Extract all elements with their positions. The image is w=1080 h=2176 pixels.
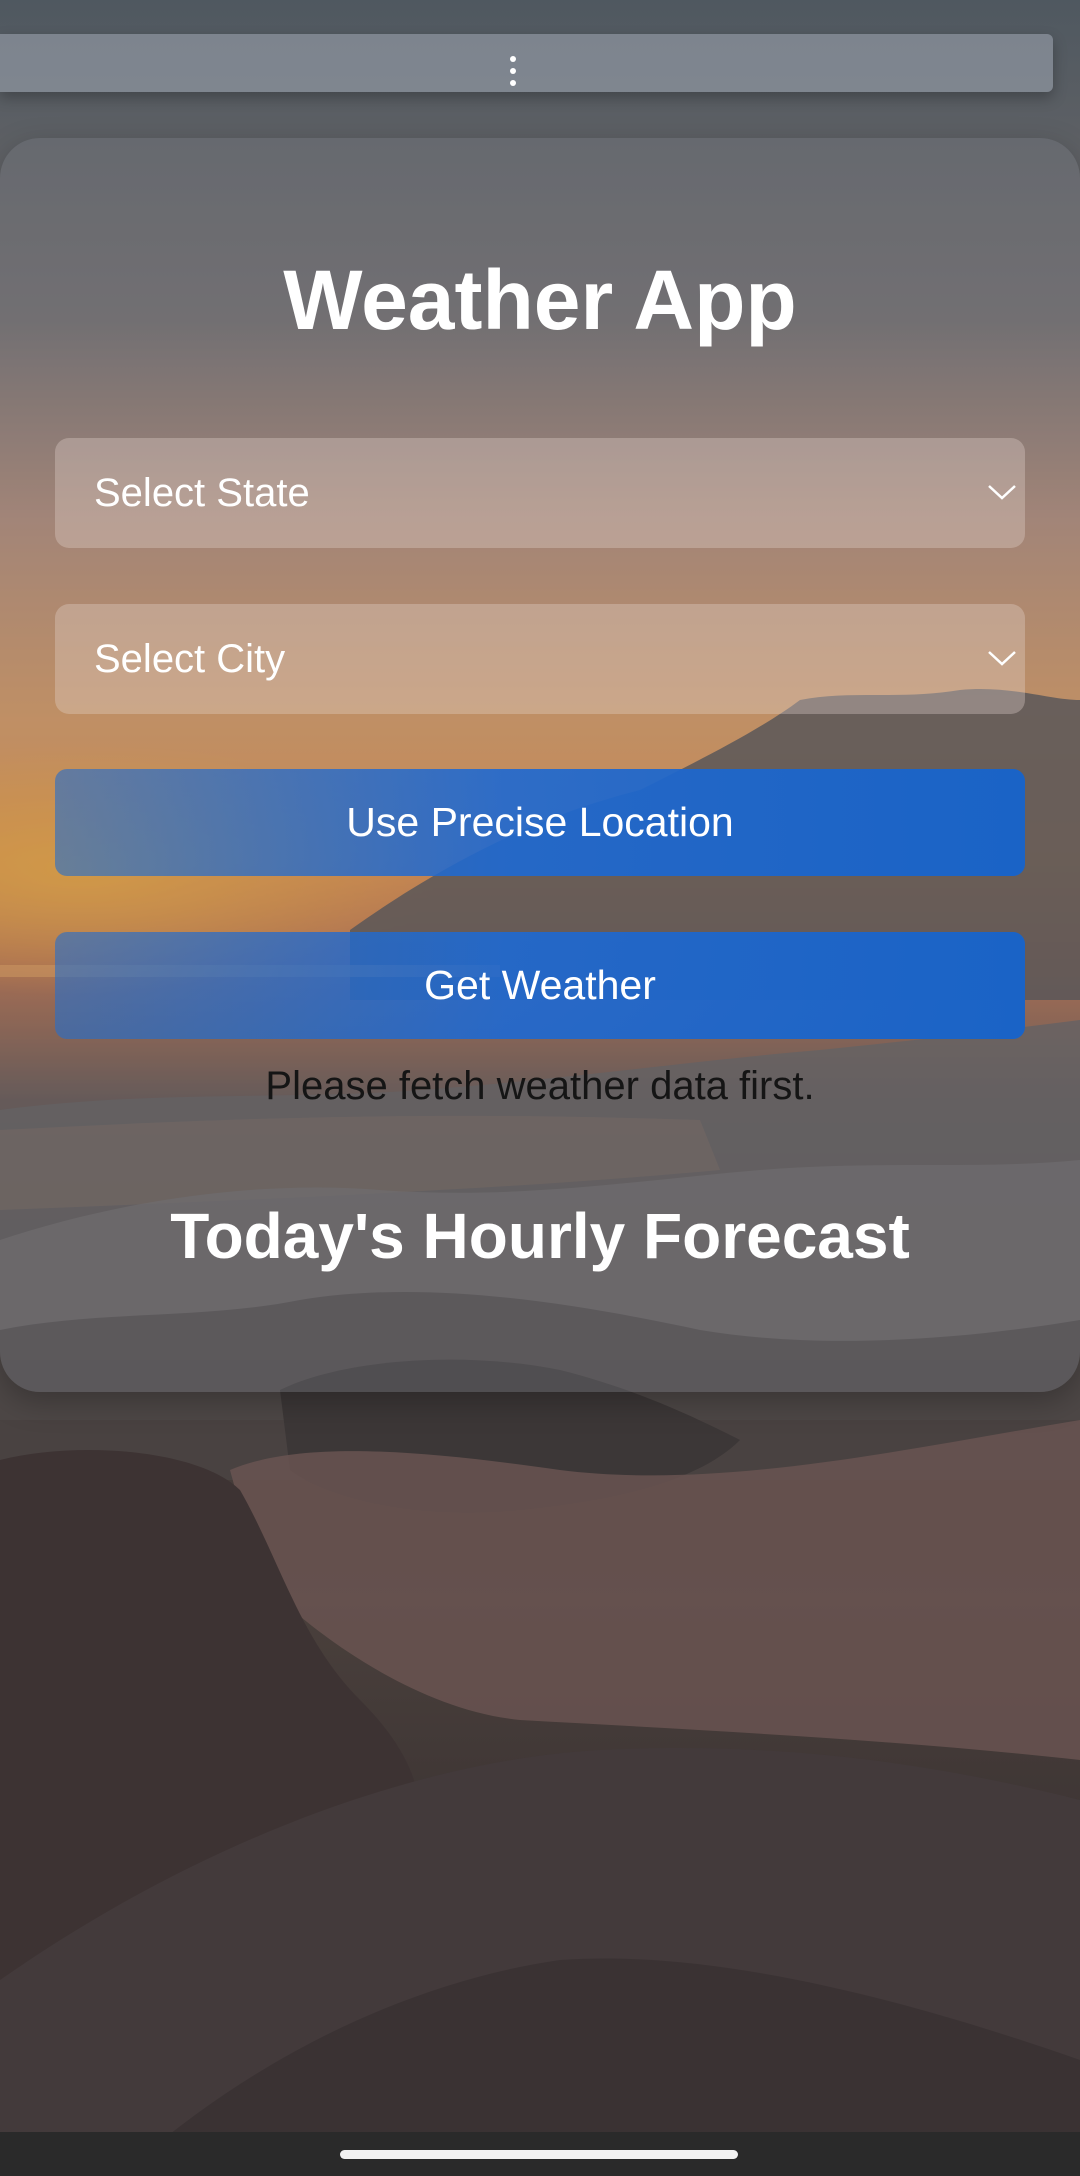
status-message: Please fetch weather data first. [265, 1064, 815, 1108]
hourly-forecast-heading: Today's Hourly Forecast [170, 1200, 910, 1272]
state-select-label: Select State [94, 471, 310, 515]
app-title: Weather App [283, 253, 797, 347]
home-gesture-handle[interactable] [340, 2150, 738, 2159]
more-options-icon[interactable] [508, 56, 518, 86]
get-weather-button[interactable]: Get Weather [55, 932, 1025, 1039]
city-select[interactable]: Select City [55, 604, 1025, 714]
chevron-down-icon [988, 485, 1016, 500]
city-select-label: Select City [94, 637, 286, 681]
browser-top-bar [0, 34, 1053, 92]
chevron-down-icon [988, 651, 1016, 666]
state-select[interactable]: Select State [55, 438, 1025, 548]
use-precise-location-button[interactable]: Use Precise Location [55, 769, 1025, 876]
